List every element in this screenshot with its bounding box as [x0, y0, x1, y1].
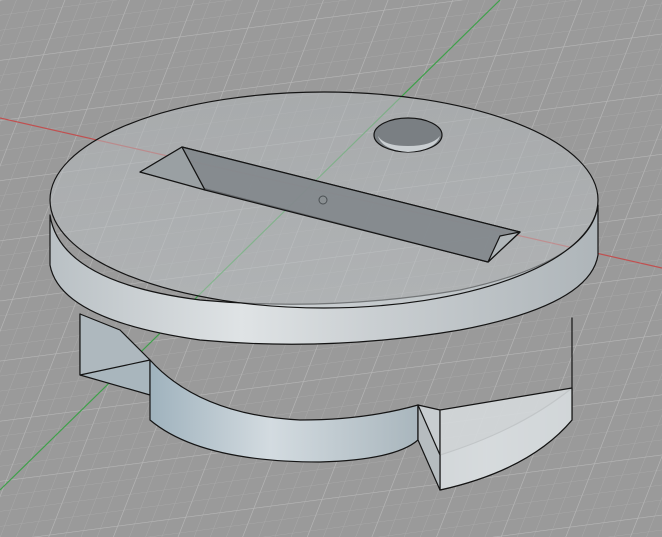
origin-marker	[318, 195, 328, 205]
3d-viewport[interactable]	[0, 0, 662, 537]
hole-cutout	[373, 117, 443, 153]
scene-canvas[interactable]	[0, 0, 662, 537]
